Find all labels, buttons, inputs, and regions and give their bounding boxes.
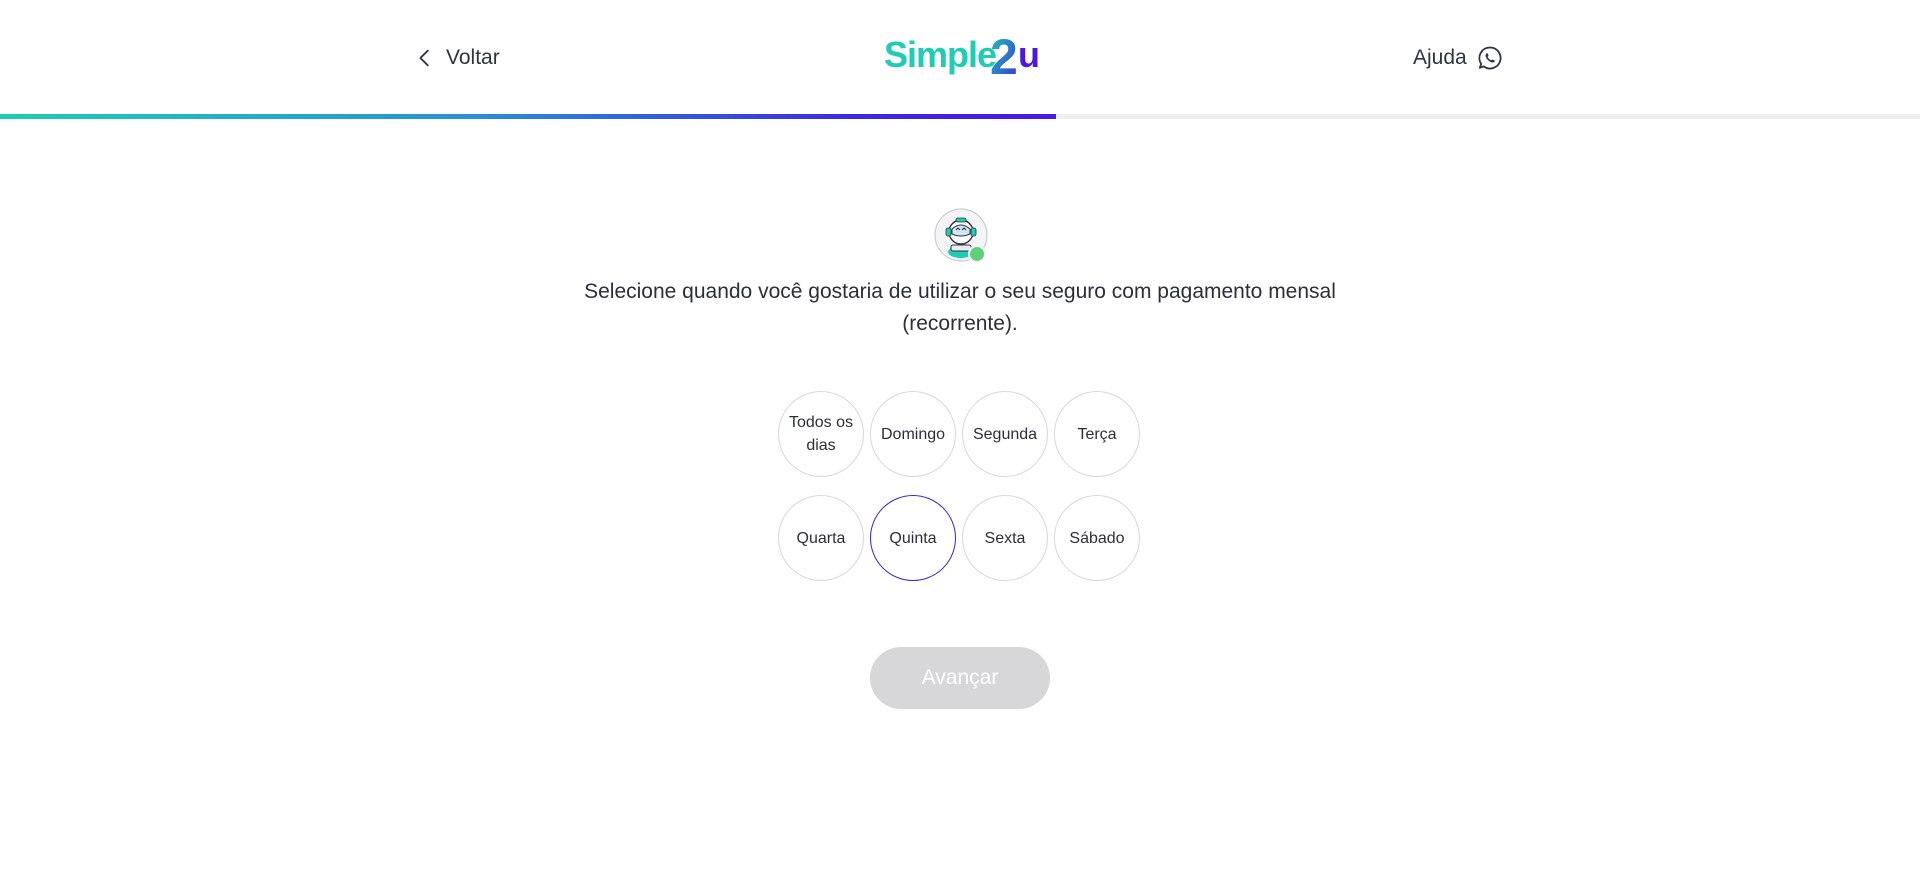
svg-text:2: 2 [990, 30, 1018, 80]
back-label: Voltar [446, 46, 500, 69]
day-label: Sexta [984, 529, 1026, 547]
day-option-sexta[interactable]: Sexta [962, 495, 1048, 581]
whatsapp-icon [1478, 46, 1502, 70]
day-label: Todos os dias [788, 414, 854, 454]
day-option-sabado[interactable]: Sábado [1054, 495, 1140, 581]
help-label: Ajuda [1413, 46, 1467, 69]
top-header: Voltar Simple 2 u Ajuda [0, 0, 1920, 116]
advance-button[interactable]: Avançar [870, 647, 1050, 709]
day-label: Quarta [796, 529, 846, 547]
day-label: Terça [1077, 425, 1117, 443]
svg-text:Simple: Simple [884, 34, 996, 75]
day-label: Segunda [972, 425, 1038, 443]
day-option-segunda[interactable]: Segunda [962, 391, 1048, 477]
svg-text:u: u [1018, 34, 1040, 75]
day-option-domingo[interactable]: Domingo [870, 391, 956, 477]
progress-bar [0, 114, 1920, 119]
day-label: Domingo [880, 425, 946, 443]
day-option-quarta[interactable]: Quarta [778, 495, 864, 581]
chevron-left-icon [419, 49, 429, 67]
online-status-dot [968, 245, 986, 263]
day-option-terca[interactable]: Terça [1054, 391, 1140, 477]
simple2u-logo[interactable]: Simple 2 u [884, 30, 1040, 80]
question-text: Selecione quando você gostaria de utiliz… [584, 280, 1336, 335]
help-button[interactable]: Ajuda [1413, 44, 1503, 72]
day-label: Sábado [1069, 529, 1125, 547]
day-label: Quinta [889, 529, 937, 547]
progress-fill [0, 114, 1056, 119]
day-option-quinta[interactable]: Quinta [870, 495, 956, 581]
back-button[interactable]: Voltar [414, 44, 500, 72]
day-options: Todos os dias Domingo Segunda Terça Quar… [778, 391, 1142, 581]
day-option-todos-os-dias[interactable]: Todos os dias [778, 391, 864, 477]
